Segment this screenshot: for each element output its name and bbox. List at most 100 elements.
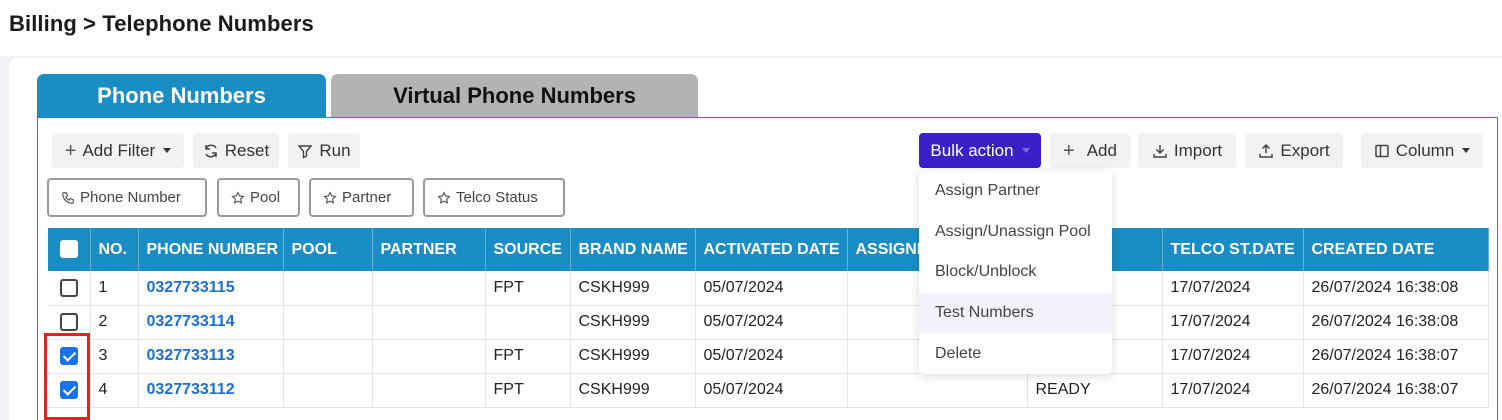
column-header[interactable]: POOL: [283, 228, 373, 271]
import-button[interactable]: Import: [1138, 133, 1236, 168]
caret-down-icon: [163, 148, 172, 153]
cell-partner: [372, 271, 486, 306]
cell-activated: 05/07/2024: [695, 373, 848, 408]
column-header[interactable]: CREATED DATE: [1303, 228, 1489, 271]
cell-assign: [847, 373, 1028, 408]
cell-telco_date: 17/07/2024: [1162, 271, 1304, 306]
export-button[interactable]: Export: [1245, 133, 1343, 168]
cell-created: 26/07/2024 16:38:08: [1303, 305, 1489, 340]
selection-highlight: [44, 333, 90, 420]
cell-no: 2: [90, 305, 139, 340]
select-all-checkbox[interactable]: [59, 240, 78, 259]
reset-label: Reset: [224, 140, 270, 160]
columns-icon: [1374, 144, 1389, 157]
tab-virtual-phone-numbers[interactable]: Virtual Phone Numbers: [331, 74, 698, 117]
upload-icon: [1259, 143, 1274, 158]
cell-activated: 05/07/2024: [695, 305, 848, 340]
cell-telco_date: 17/07/2024: [1162, 373, 1304, 408]
cell-phone[interactable]: 0327733115: [138, 271, 284, 306]
partner-filter[interactable]: Partner: [309, 178, 414, 217]
select-all-cell: [48, 228, 91, 271]
column-header[interactable]: NO.: [90, 228, 139, 271]
table-header-row: NO. PHONE NUMBER POOL PARTNER SOURCE BRA…: [48, 228, 1489, 271]
menu-item-assign-partner[interactable]: Assign Partner: [919, 171, 1112, 212]
filter-icon: [297, 144, 313, 159]
cell-partner: [372, 373, 486, 408]
column-header[interactable]: TELCO ST.DATE: [1162, 228, 1304, 271]
refresh-icon: [205, 143, 217, 158]
column-header[interactable]: SOURCE: [485, 228, 571, 271]
cell-pool: [283, 373, 373, 408]
bulk-action-menu: Assign Partner Assign/Unassign Pool Bloc…: [919, 171, 1112, 374]
column-button[interactable]: Column: [1361, 133, 1483, 168]
cell-no: 1: [90, 271, 139, 306]
cell-source: FPT: [485, 339, 571, 374]
pool-filter-label: Pool: [250, 189, 281, 206]
column-header[interactable]: PARTNER: [372, 228, 486, 271]
pool-filter[interactable]: Pool: [217, 178, 300, 217]
reset-button[interactable]: Reset: [193, 133, 279, 168]
cell-phone[interactable]: 0327733112: [138, 373, 284, 408]
cell-created: 26/07/2024 16:38:07: [1303, 339, 1489, 374]
menu-item-block-unblock[interactable]: Block/Unblock: [919, 252, 1112, 293]
cell-created: 26/07/2024 16:38:07: [1303, 373, 1489, 408]
import-label: Import: [1173, 140, 1223, 160]
phone-number-filter[interactable]: Phone Number: [47, 178, 207, 217]
phone-numbers-table: NO. PHONE NUMBER POOL PARTNER SOURCE BRA…: [48, 228, 1489, 408]
add-filter-button[interactable]: + Add Filter: [52, 133, 184, 168]
breadcrumb: Billing > Telephone Numbers: [9, 11, 314, 36]
plus-icon: +: [1063, 139, 1075, 162]
add-label: Add: [1086, 140, 1117, 160]
download-icon: [1153, 144, 1167, 158]
phone-icon: [62, 191, 74, 204]
phone-number-filter-label: Phone Number: [80, 189, 181, 206]
star-icon: [231, 190, 245, 204]
row-checkbox[interactable]: [59, 312, 78, 331]
row-checkbox-cell: [48, 271, 91, 306]
cell-activated: 05/07/2024: [695, 271, 848, 306]
column-label: Column: [1395, 140, 1455, 160]
cell-no: 3: [90, 339, 139, 374]
cell-status: READY: [1027, 373, 1163, 408]
cell-source: FPT: [485, 373, 571, 408]
cell-phone[interactable]: 0327733113: [138, 339, 284, 374]
plus-icon: +: [64, 139, 77, 162]
cell-brand: CSKH999: [570, 339, 696, 374]
caret-down-icon: [1021, 148, 1030, 153]
cell-activated: 05/07/2024: [695, 339, 848, 374]
add-button[interactable]: + Add: [1050, 133, 1130, 168]
cell-source: FPT: [485, 271, 571, 306]
cell-source: [485, 305, 571, 340]
tab-phone-numbers[interactable]: Phone Numbers: [37, 74, 326, 117]
partner-filter-label: Partner: [342, 189, 392, 206]
cell-partner: [372, 339, 486, 374]
table-row[interactable]: 3 0327733113 FPT CSKH999 05/07/2024 17/07/202…: [48, 339, 1489, 374]
caret-down-icon: [1462, 148, 1471, 153]
column-header[interactable]: BRAND NAME: [570, 228, 696, 271]
table-row[interactable]: 1 0327733115 FPT CSKH999 05/07/2024 17/07/202…: [48, 271, 1489, 306]
star-icon: [323, 190, 337, 204]
cell-telco_date: 17/07/2024: [1162, 305, 1304, 340]
bulk-action-button[interactable]: Bulk action: [919, 133, 1041, 168]
menu-item-assign-unassign-pool[interactable]: Assign/Unassign Pool: [919, 212, 1112, 253]
table-row[interactable]: 4 0327733112 FPT CSKH999 05/07/2024 READY 17/0…: [48, 373, 1489, 408]
column-header[interactable]: ACTIVATED DATE: [695, 228, 848, 271]
cell-no: 4: [90, 373, 139, 408]
cell-phone[interactable]: 0327733114: [138, 305, 284, 340]
export-label: Export: [1280, 140, 1330, 160]
menu-item-test-numbers[interactable]: Test Numbers: [919, 292, 1112, 334]
add-filter-label: Add Filter: [82, 140, 156, 160]
star-icon: [437, 190, 451, 204]
cell-created: 26/07/2024 16:38:08: [1303, 271, 1489, 306]
run-button[interactable]: Run: [288, 133, 360, 168]
table-row[interactable]: 2 0327733114 CSKH999 05/07/2024 17/07/2024 26…: [48, 305, 1489, 340]
telco-status-filter-label: Telco Status: [456, 189, 538, 206]
cell-brand: CSKH999: [570, 271, 696, 306]
cell-pool: [283, 339, 373, 374]
cell-brand: CSKH999: [570, 373, 696, 408]
menu-item-delete[interactable]: Delete: [919, 333, 1112, 374]
cell-pool: [283, 271, 373, 306]
telco-status-filter[interactable]: Telco Status: [423, 178, 565, 217]
column-header[interactable]: PHONE NUMBER: [138, 228, 284, 271]
row-checkbox[interactable]: [59, 278, 78, 297]
